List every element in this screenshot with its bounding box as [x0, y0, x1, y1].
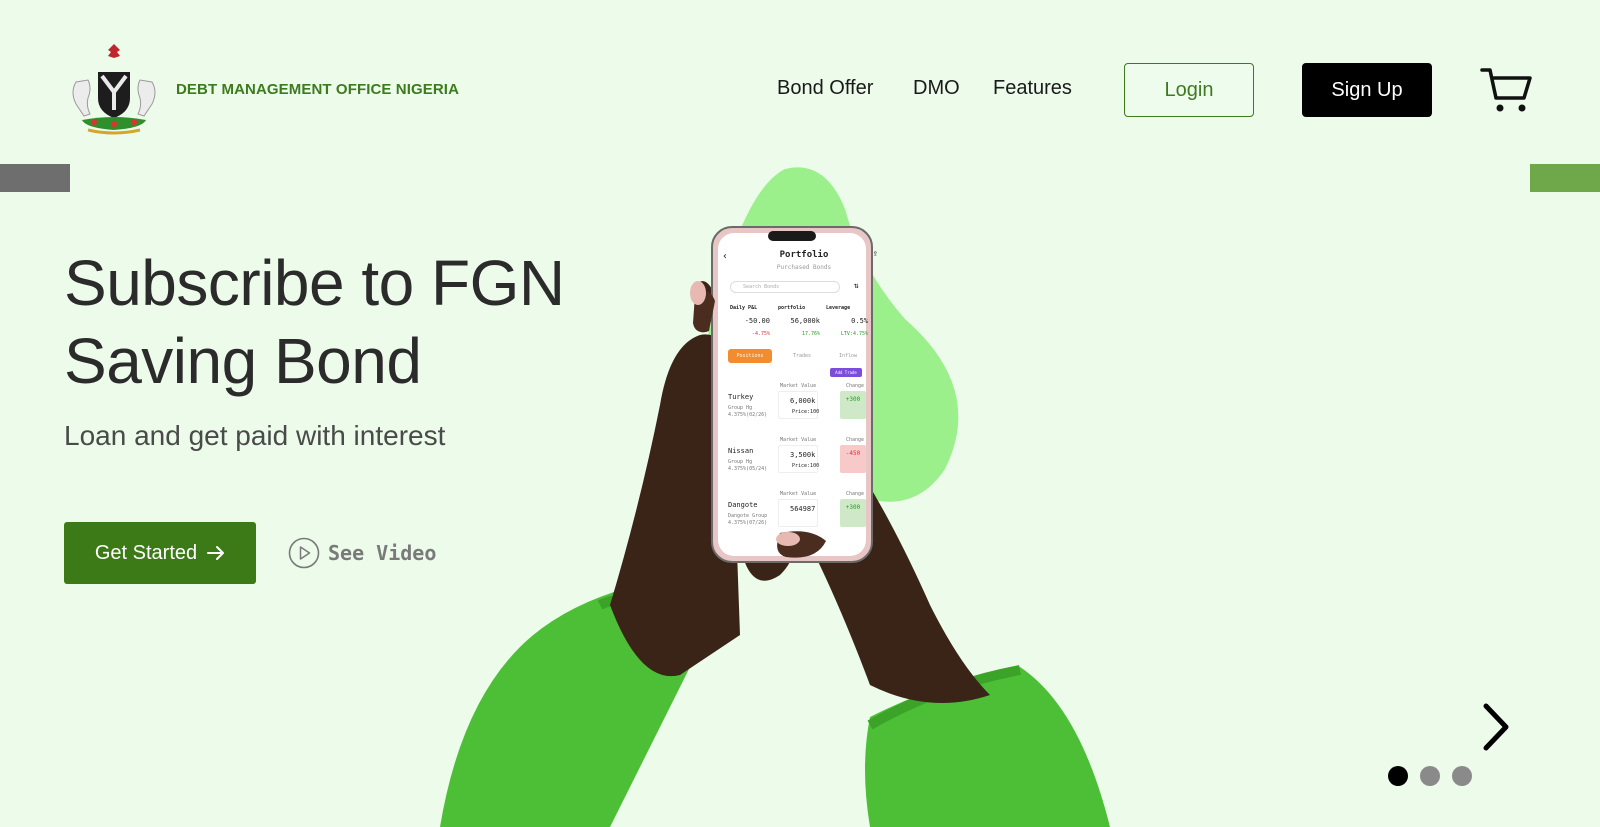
phone-tab-positions[interactable]: Positions — [728, 349, 772, 363]
get-started-button[interactable]: Get Started — [64, 522, 256, 584]
get-started-label: Get Started — [94, 541, 198, 564]
bond-row[interactable]: Dangote Dangote Group 4.375%(07/26) Mark… — [728, 491, 878, 541]
sort-icon[interactable]: ⇅ — [854, 281, 859, 290]
phone-tab-inflow[interactable]: Inflow — [828, 349, 868, 363]
nav-bond-offer[interactable]: Bond Offer — [777, 77, 873, 100]
add-trade-button[interactable]: Add Trade — [830, 368, 862, 377]
phone-search[interactable]: Search Bonds — [730, 281, 840, 293]
brand-name: DEBT MANAGEMENT OFFICE NIGERIA — [176, 81, 459, 98]
carousel-dot[interactable] — [1420, 766, 1440, 786]
coat-of-arms-logo[interactable] — [64, 42, 164, 138]
chevron-right-icon[interactable] — [1478, 702, 1514, 752]
stat-portfolio: portfolio 56,000k 17.76% — [778, 305, 820, 337]
see-video-link[interactable]: See Video — [288, 537, 436, 569]
cart-icon[interactable] — [1480, 66, 1532, 114]
see-video-label: See Video — [328, 541, 437, 565]
phone-screen: ‹ Portfolio Purchased Bonds ⇪ Search Bon… — [718, 235, 890, 553]
bond-row[interactable]: Turkey Group Hg 4.375%(02/26) Market Val… — [728, 383, 878, 433]
hero-subtitle: Loan and get paid with interest — [64, 420, 446, 451]
left-decor-bar — [0, 164, 70, 192]
phone-tab-trades[interactable]: Trades — [782, 349, 822, 363]
carousel-dot[interactable] — [1388, 766, 1408, 786]
phone-title: Portfolio — [779, 250, 829, 260]
signup-button[interactable]: Sign Up — [1302, 63, 1432, 117]
stat-daily: Daily P&L -50.00 -4.75% — [730, 305, 770, 337]
login-button[interactable]: Login — [1124, 63, 1254, 117]
phone-subtitle: Purchased Bonds — [776, 264, 832, 271]
stat-leverage: Leverage 0.5% LTV:4.75% — [826, 305, 868, 337]
play-circle-icon — [288, 537, 320, 569]
right-decor-bar — [1530, 164, 1600, 192]
bond-row[interactable]: Nissan Group Hg 4.375%(05/24) Market Val… — [728, 437, 878, 487]
arrow-right-icon — [207, 546, 225, 560]
carousel-dots — [1388, 766, 1472, 786]
share-icon[interactable]: ⇪ — [873, 249, 878, 259]
carousel-dot[interactable] — [1452, 766, 1472, 786]
nav-features[interactable]: Features — [993, 77, 1072, 100]
nav-dmo[interactable]: DMO — [913, 77, 960, 100]
